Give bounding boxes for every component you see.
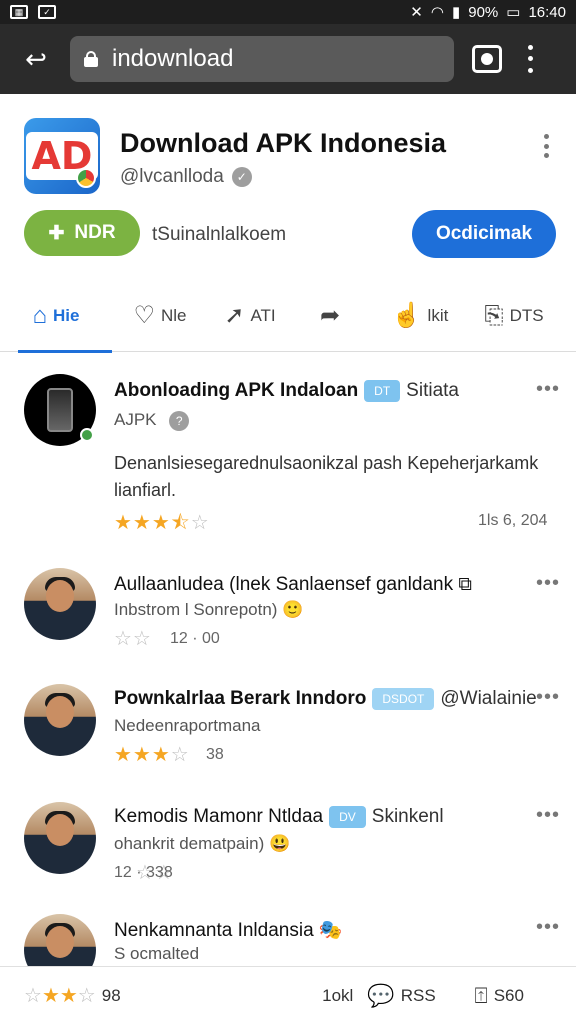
tagline: tSuinalnlalkoem [152,224,287,245]
avatar [24,568,96,640]
post-meta: 38 [206,746,224,763]
plus-icon: ✚ [48,222,65,244]
follow-label: NDR [74,222,116,243]
comments-action[interactable]: 💬 RSS [367,983,454,1009]
post-subtitle: ohankrit dematpain) 😃 [114,834,291,853]
share-icon: ⍐ [474,982,488,1008]
tag-badge: DV [329,806,366,828]
bottom-action-bar: ☆★★☆ 98 1okl 💬 RSS ⍐ S60 [0,966,576,1024]
url-bar[interactable]: indownload [70,36,454,82]
post-meta: 12 · 00 [170,630,220,647]
rating-stars: ☆☆ [114,628,152,650]
post-title: Kemodis Mamonr Ntldaa DV Skinkenl [114,806,444,828]
wifi-icon: ◠ [430,4,444,21]
list-item[interactable]: Pownkalrlaa Berark Inndoro DSDOT @Wialaini… [0,662,576,780]
tag-badge: DT [364,380,401,402]
browser-toolbar: ↩ indownload [0,24,576,94]
page-title: Download APK Indonesia [120,128,447,158]
battery-icon: ▭ [506,4,521,21]
post-subtitle: Nedeenraportmana [114,716,261,735]
smile-emoji-icon: 🙂 [282,600,304,619]
comment-icon: 💬 [367,982,395,1008]
url-text: indownload [112,45,234,72]
rating-action[interactable]: ☆★★☆ 98 [24,983,227,1008]
camera-icon[interactable] [472,45,502,73]
like-icon: ☝ [391,301,422,329]
tab-comments[interactable]: ♡ Nle [112,280,208,352]
share-action[interactable]: ⍐ S60 [475,983,552,1009]
tab-forward[interactable]: ➦ [292,280,368,352]
tab-share[interactable]: ➚ ATI [208,280,292,352]
post-title: Pownkalrlaa Berark Inndoro DSDOT @Wialaini… [114,688,537,710]
tag-icon: ⧉ [458,574,472,595]
comment-icon: ♡ [133,301,155,329]
verified-icon: ✓ [231,167,252,187]
rating-stars: ★★★⯪☆ [114,512,210,534]
list-item[interactable]: Kemodis Mamonr Ntldaa DV Skinkenl ohankrit… [0,780,576,898]
post-meta: 12 · 338 [114,864,173,881]
rating-stars: ★★★☆ [114,744,190,766]
post-date: 1ls 6, 204 [478,512,548,529]
overflow-menu-icon[interactable] [520,42,540,76]
signal-icon: ▮ [451,4,461,21]
post-body: Denanlsiesegarednulsaonikzal pash Kepehe… [114,453,539,500]
post-more-icon[interactable]: ••• [536,686,560,709]
home-icon: ⌂ [32,301,48,329]
online-status-icon [80,428,94,442]
verified-icon: ? [169,411,190,431]
smile-emoji-icon: 😃 [269,834,291,853]
app-logo: AD [24,118,100,194]
post-subtitle: Inbstrom l Sonrepotn) 🙂 [114,600,304,619]
list-item[interactable]: Abonloading APK Indaloan DT Sitiata AJPK ?… [0,352,576,546]
post-title: Abonloading APK Indaloan DT Sitiata [114,380,459,402]
battery-percent: 90% [468,3,499,21]
tab-home[interactable]: ⌂ Hie [0,280,112,353]
post-subtitle: S ocmalted [114,944,200,963]
post-more-icon[interactable]: ••• [536,916,560,939]
post-subtitle: AJPK ? [114,410,190,431]
emoji-badge-icon: 🎭 [318,920,343,941]
post-title: Aullaanludea (lnek Sanlaensef ganldank ⧉ [114,574,472,595]
share-icon: ➚ [224,301,245,329]
badge-icon [76,168,96,188]
profile-header: AD Download APK Indonesia @lvcanlloda ✓ … [0,94,576,353]
handle-text: @lvcanlloda [120,166,224,187]
lock-icon [84,51,98,67]
tab-stats[interactable]: ⎘ DTS [472,280,556,352]
avatar [24,684,96,756]
post-more-icon[interactable]: ••• [536,804,560,827]
image-icon: ▦ [10,5,28,19]
back-icon[interactable]: ↩ [14,37,58,81]
notification-icon: ✓ [38,5,56,19]
tab-likes[interactable]: ☝ lkit [368,280,472,352]
tag-badge: DSDOT [372,688,435,710]
avatar [24,802,96,874]
more-options-icon[interactable] [536,134,556,158]
status-bar: ▦ ✓ ✕ ◠ ▮ 90% ▭ 16:40 [0,0,576,24]
post-more-icon[interactable]: ••• [536,378,560,401]
mute-icon: ✕ [410,4,423,21]
rating-stars: ☆★★☆ [24,985,96,1007]
post-more-icon[interactable]: ••• [536,572,560,595]
follow-button[interactable]: ✚ NDR [24,210,140,256]
profile-handle: @lvcanlloda ✓ [120,166,252,188]
download-button[interactable]: Ocdicimak [412,210,556,258]
forward-icon: ➦ [319,301,341,329]
thumb-icon: ⎘ [484,301,504,329]
post-feed: Abonloading APK Indaloan DT Sitiata AJPK ?… [0,352,576,998]
list-item[interactable]: Aullaanludea (lnek Sanlaensef ganldank ⧉… [0,546,576,662]
tab-bar: ⌂ Hie ♡ Nle ➚ ATI ➦ ☝ lkit ⎘ DTS [0,280,576,353]
post-title: Nenkamnanta Inldansia 🎭 [114,920,343,941]
count-label: 1okl [322,985,354,1005]
status-time: 16:40 [528,3,566,21]
